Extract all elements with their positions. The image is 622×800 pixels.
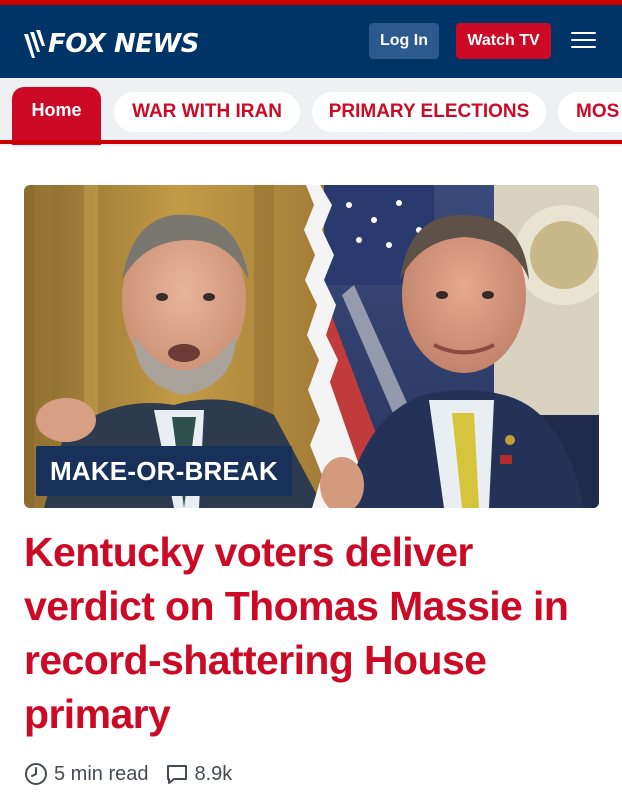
fox-news-logo[interactable]: FOX NEWS [22, 27, 199, 61]
nav-divider [0, 140, 622, 144]
story-badge: MAKE-OR-BREAK [36, 446, 292, 496]
read-time: 5 min read [54, 762, 149, 785]
clock-icon [25, 763, 47, 785]
tab-war-with-iran[interactable]: WAR WITH IRAN [114, 92, 300, 132]
tab-mos[interactable]: MOS [558, 92, 622, 132]
brand-name: FOX NEWS [48, 29, 199, 59]
tab-primary-elections[interactable]: PRIMARY ELECTIONS [312, 92, 546, 132]
hamburger-menu-icon[interactable] [571, 32, 596, 50]
article-headline[interactable]: Kentucky voters deliver verdict on Thoma… [24, 525, 604, 741]
comment-bubble-icon[interactable] [165, 762, 189, 786]
watch-tv-button[interactable]: Watch TV [456, 23, 551, 59]
fox-searchlight-icon [24, 30, 45, 58]
site-header: FOX NEWS Log In Watch TV [0, 0, 622, 78]
comment-count[interactable]: 8.9k [195, 763, 233, 786]
section-nav: Home WAR WITH IRAN PRIMARY ELECTIONS MOS [0, 78, 622, 146]
article-meta: 5 min read 8.9k [24, 760, 232, 788]
tab-home[interactable]: Home [12, 87, 101, 145]
login-button[interactable]: Log In [369, 23, 439, 59]
